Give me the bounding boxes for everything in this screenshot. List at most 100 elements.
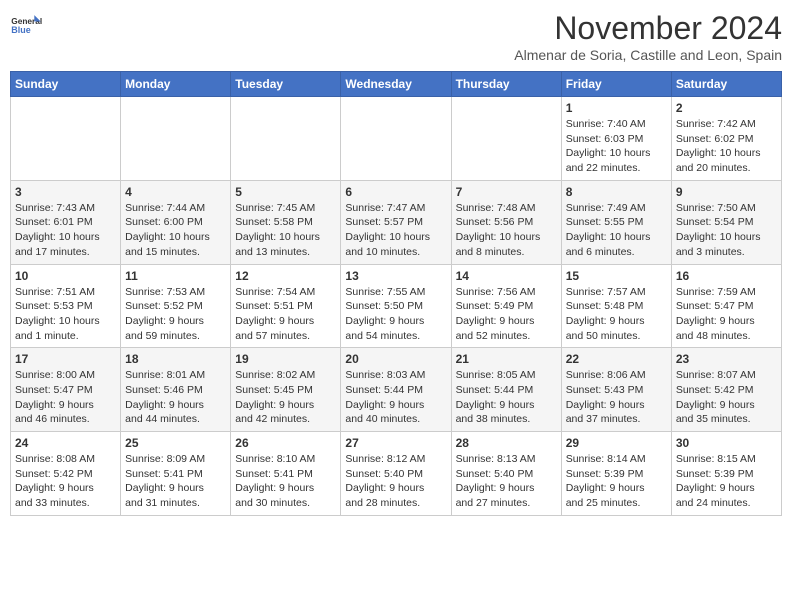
day-detail: Sunrise: 7:59 AM Sunset: 5:47 PM Dayligh… [676,285,777,344]
day-detail: Sunrise: 7:40 AM Sunset: 6:03 PM Dayligh… [566,117,667,176]
calendar-header-saturday: Saturday [671,72,781,97]
calendar-cell: 11 Sunrise: 7:53 AM Sunset: 5:52 PM Dayli… [121,264,231,348]
calendar-cell: 24Sunrise: 8:08 AM Sunset: 5:42 PM Dayli… [11,432,121,516]
day-number: 17 [15,352,116,366]
calendar-cell: 26 Sunrise: 8:10 AM Sunset: 5:41 PM Dayli… [231,432,341,516]
day-detail: Sunrise: 8:06 AM Sunset: 5:43 PM Dayligh… [566,368,667,427]
day-number: 7 [456,185,557,199]
calendar-cell: 3 Sunrise: 7:43 AM Sunset: 6:01 PM Daylig… [11,180,121,264]
calendar-table: SundayMondayTuesdayWednesdayThursdayFrid… [10,71,782,516]
day-number: 1 [566,101,667,115]
day-detail: Sunrise: 8:00 AM Sunset: 5:47 PM Dayligh… [15,368,116,427]
calendar-header-thursday: Thursday [451,72,561,97]
calendar-cell [11,97,121,181]
day-detail: Sunrise: 7:48 AM Sunset: 5:56 PM Dayligh… [456,201,557,260]
calendar-cell [341,97,451,181]
day-detail: Sunrise: 8:12 AM Sunset: 5:40 PM Dayligh… [345,452,446,511]
calendar-header-monday: Monday [121,72,231,97]
day-detail: Sunrise: 8:08 AM Sunset: 5:42 PM Dayligh… [15,452,116,511]
calendar-header-row: SundayMondayTuesdayWednesdayThursdayFrid… [11,72,782,97]
title-section: November 2024 Almenar de Soria, Castille… [514,10,782,63]
day-number: 3 [15,185,116,199]
day-number: 11 [125,269,226,283]
day-detail: Sunrise: 8:15 AM Sunset: 5:39 PM Dayligh… [676,452,777,511]
svg-text:Blue: Blue [11,25,30,35]
day-detail: Sunrise: 7:53 AM Sunset: 5:52 PM Dayligh… [125,285,226,344]
day-detail: Sunrise: 7:49 AM Sunset: 5:55 PM Dayligh… [566,201,667,260]
day-number: 10 [15,269,116,283]
day-detail: Sunrise: 7:51 AM Sunset: 5:53 PM Dayligh… [15,285,116,344]
day-number: 26 [235,436,336,450]
calendar-cell: 13 Sunrise: 7:55 AM Sunset: 5:50 PM Dayli… [341,264,451,348]
day-detail: Sunrise: 7:44 AM Sunset: 6:00 PM Dayligh… [125,201,226,260]
calendar-header-tuesday: Tuesday [231,72,341,97]
calendar-cell: 23 Sunrise: 8:07 AM Sunset: 5:42 PM Dayli… [671,348,781,432]
calendar-cell: 28 Sunrise: 8:13 AM Sunset: 5:40 PM Dayli… [451,432,561,516]
day-detail: Sunrise: 8:01 AM Sunset: 5:46 PM Dayligh… [125,368,226,427]
day-detail: Sunrise: 8:02 AM Sunset: 5:45 PM Dayligh… [235,368,336,427]
day-detail: Sunrise: 7:50 AM Sunset: 5:54 PM Dayligh… [676,201,777,260]
page-title: November 2024 [514,10,782,47]
day-number: 25 [125,436,226,450]
day-number: 13 [345,269,446,283]
day-detail: Sunrise: 7:47 AM Sunset: 5:57 PM Dayligh… [345,201,446,260]
calendar-cell: 9 Sunrise: 7:50 AM Sunset: 5:54 PM Daylig… [671,180,781,264]
logo-icon: General Blue [10,10,42,42]
calendar-cell: 10 Sunrise: 7:51 AM Sunset: 5:53 PM Dayli… [11,264,121,348]
calendar-cell: 2Sunrise: 7:42 AM Sunset: 6:02 PM Daylig… [671,97,781,181]
day-number: 20 [345,352,446,366]
day-detail: Sunrise: 8:13 AM Sunset: 5:40 PM Dayligh… [456,452,557,511]
calendar-cell [121,97,231,181]
calendar-cell: 18 Sunrise: 8:01 AM Sunset: 5:46 PM Dayli… [121,348,231,432]
day-number: 27 [345,436,446,450]
day-number: 28 [456,436,557,450]
calendar-cell [451,97,561,181]
day-number: 23 [676,352,777,366]
calendar-cell: 20 Sunrise: 8:03 AM Sunset: 5:44 PM Dayli… [341,348,451,432]
calendar-cell: 8Sunrise: 7:49 AM Sunset: 5:55 PM Daylig… [561,180,671,264]
day-detail: Sunrise: 7:45 AM Sunset: 5:58 PM Dayligh… [235,201,336,260]
day-detail: Sunrise: 8:03 AM Sunset: 5:44 PM Dayligh… [345,368,446,427]
page-subtitle: Almenar de Soria, Castille and Leon, Spa… [514,47,782,63]
day-number: 18 [125,352,226,366]
calendar-cell: 4 Sunrise: 7:44 AM Sunset: 6:00 PM Daylig… [121,180,231,264]
calendar-cell: 1 Sunrise: 7:40 AM Sunset: 6:03 PM Daylig… [561,97,671,181]
day-detail: Sunrise: 7:56 AM Sunset: 5:49 PM Dayligh… [456,285,557,344]
calendar-cell: 14Sunrise: 7:56 AM Sunset: 5:49 PM Dayli… [451,264,561,348]
calendar-cell: 27 Sunrise: 8:12 AM Sunset: 5:40 PM Dayli… [341,432,451,516]
day-number: 6 [345,185,446,199]
calendar-header-wednesday: Wednesday [341,72,451,97]
day-number: 15 [566,269,667,283]
logo: General Blue [10,10,42,42]
day-detail: Sunrise: 8:14 AM Sunset: 5:39 PM Dayligh… [566,452,667,511]
page-header: General Blue November 2024 Almenar de So… [10,10,782,63]
day-number: 2 [676,101,777,115]
calendar-week-2: 3 Sunrise: 7:43 AM Sunset: 6:01 PM Daylig… [11,180,782,264]
day-number: 21 [456,352,557,366]
day-detail: Sunrise: 7:57 AM Sunset: 5:48 PM Dayligh… [566,285,667,344]
calendar-cell: 22 Sunrise: 8:06 AM Sunset: 5:43 PM Dayli… [561,348,671,432]
day-number: 29 [566,436,667,450]
calendar-week-3: 10 Sunrise: 7:51 AM Sunset: 5:53 PM Dayli… [11,264,782,348]
day-number: 19 [235,352,336,366]
calendar-cell: 7 Sunrise: 7:48 AM Sunset: 5:56 PM Daylig… [451,180,561,264]
calendar-cell: 25Sunrise: 8:09 AM Sunset: 5:41 PM Dayli… [121,432,231,516]
day-number: 30 [676,436,777,450]
day-number: 16 [676,269,777,283]
calendar-header-sunday: Sunday [11,72,121,97]
day-number: 4 [125,185,226,199]
day-number: 9 [676,185,777,199]
calendar-cell: 12Sunrise: 7:54 AM Sunset: 5:51 PM Dayli… [231,264,341,348]
calendar-cell: 15 Sunrise: 7:57 AM Sunset: 5:48 PM Dayli… [561,264,671,348]
day-detail: Sunrise: 7:55 AM Sunset: 5:50 PM Dayligh… [345,285,446,344]
day-detail: Sunrise: 8:07 AM Sunset: 5:42 PM Dayligh… [676,368,777,427]
day-number: 22 [566,352,667,366]
calendar-cell: 19 Sunrise: 8:02 AM Sunset: 5:45 PM Dayli… [231,348,341,432]
calendar-week-5: 24Sunrise: 8:08 AM Sunset: 5:42 PM Dayli… [11,432,782,516]
calendar-cell: 30 Sunrise: 8:15 AM Sunset: 5:39 PM Dayli… [671,432,781,516]
day-detail: Sunrise: 7:43 AM Sunset: 6:01 PM Dayligh… [15,201,116,260]
calendar-cell [231,97,341,181]
calendar-cell: 17 Sunrise: 8:00 AM Sunset: 5:47 PM Dayli… [11,348,121,432]
calendar-week-1: 1 Sunrise: 7:40 AM Sunset: 6:03 PM Daylig… [11,97,782,181]
day-detail: Sunrise: 8:10 AM Sunset: 5:41 PM Dayligh… [235,452,336,511]
